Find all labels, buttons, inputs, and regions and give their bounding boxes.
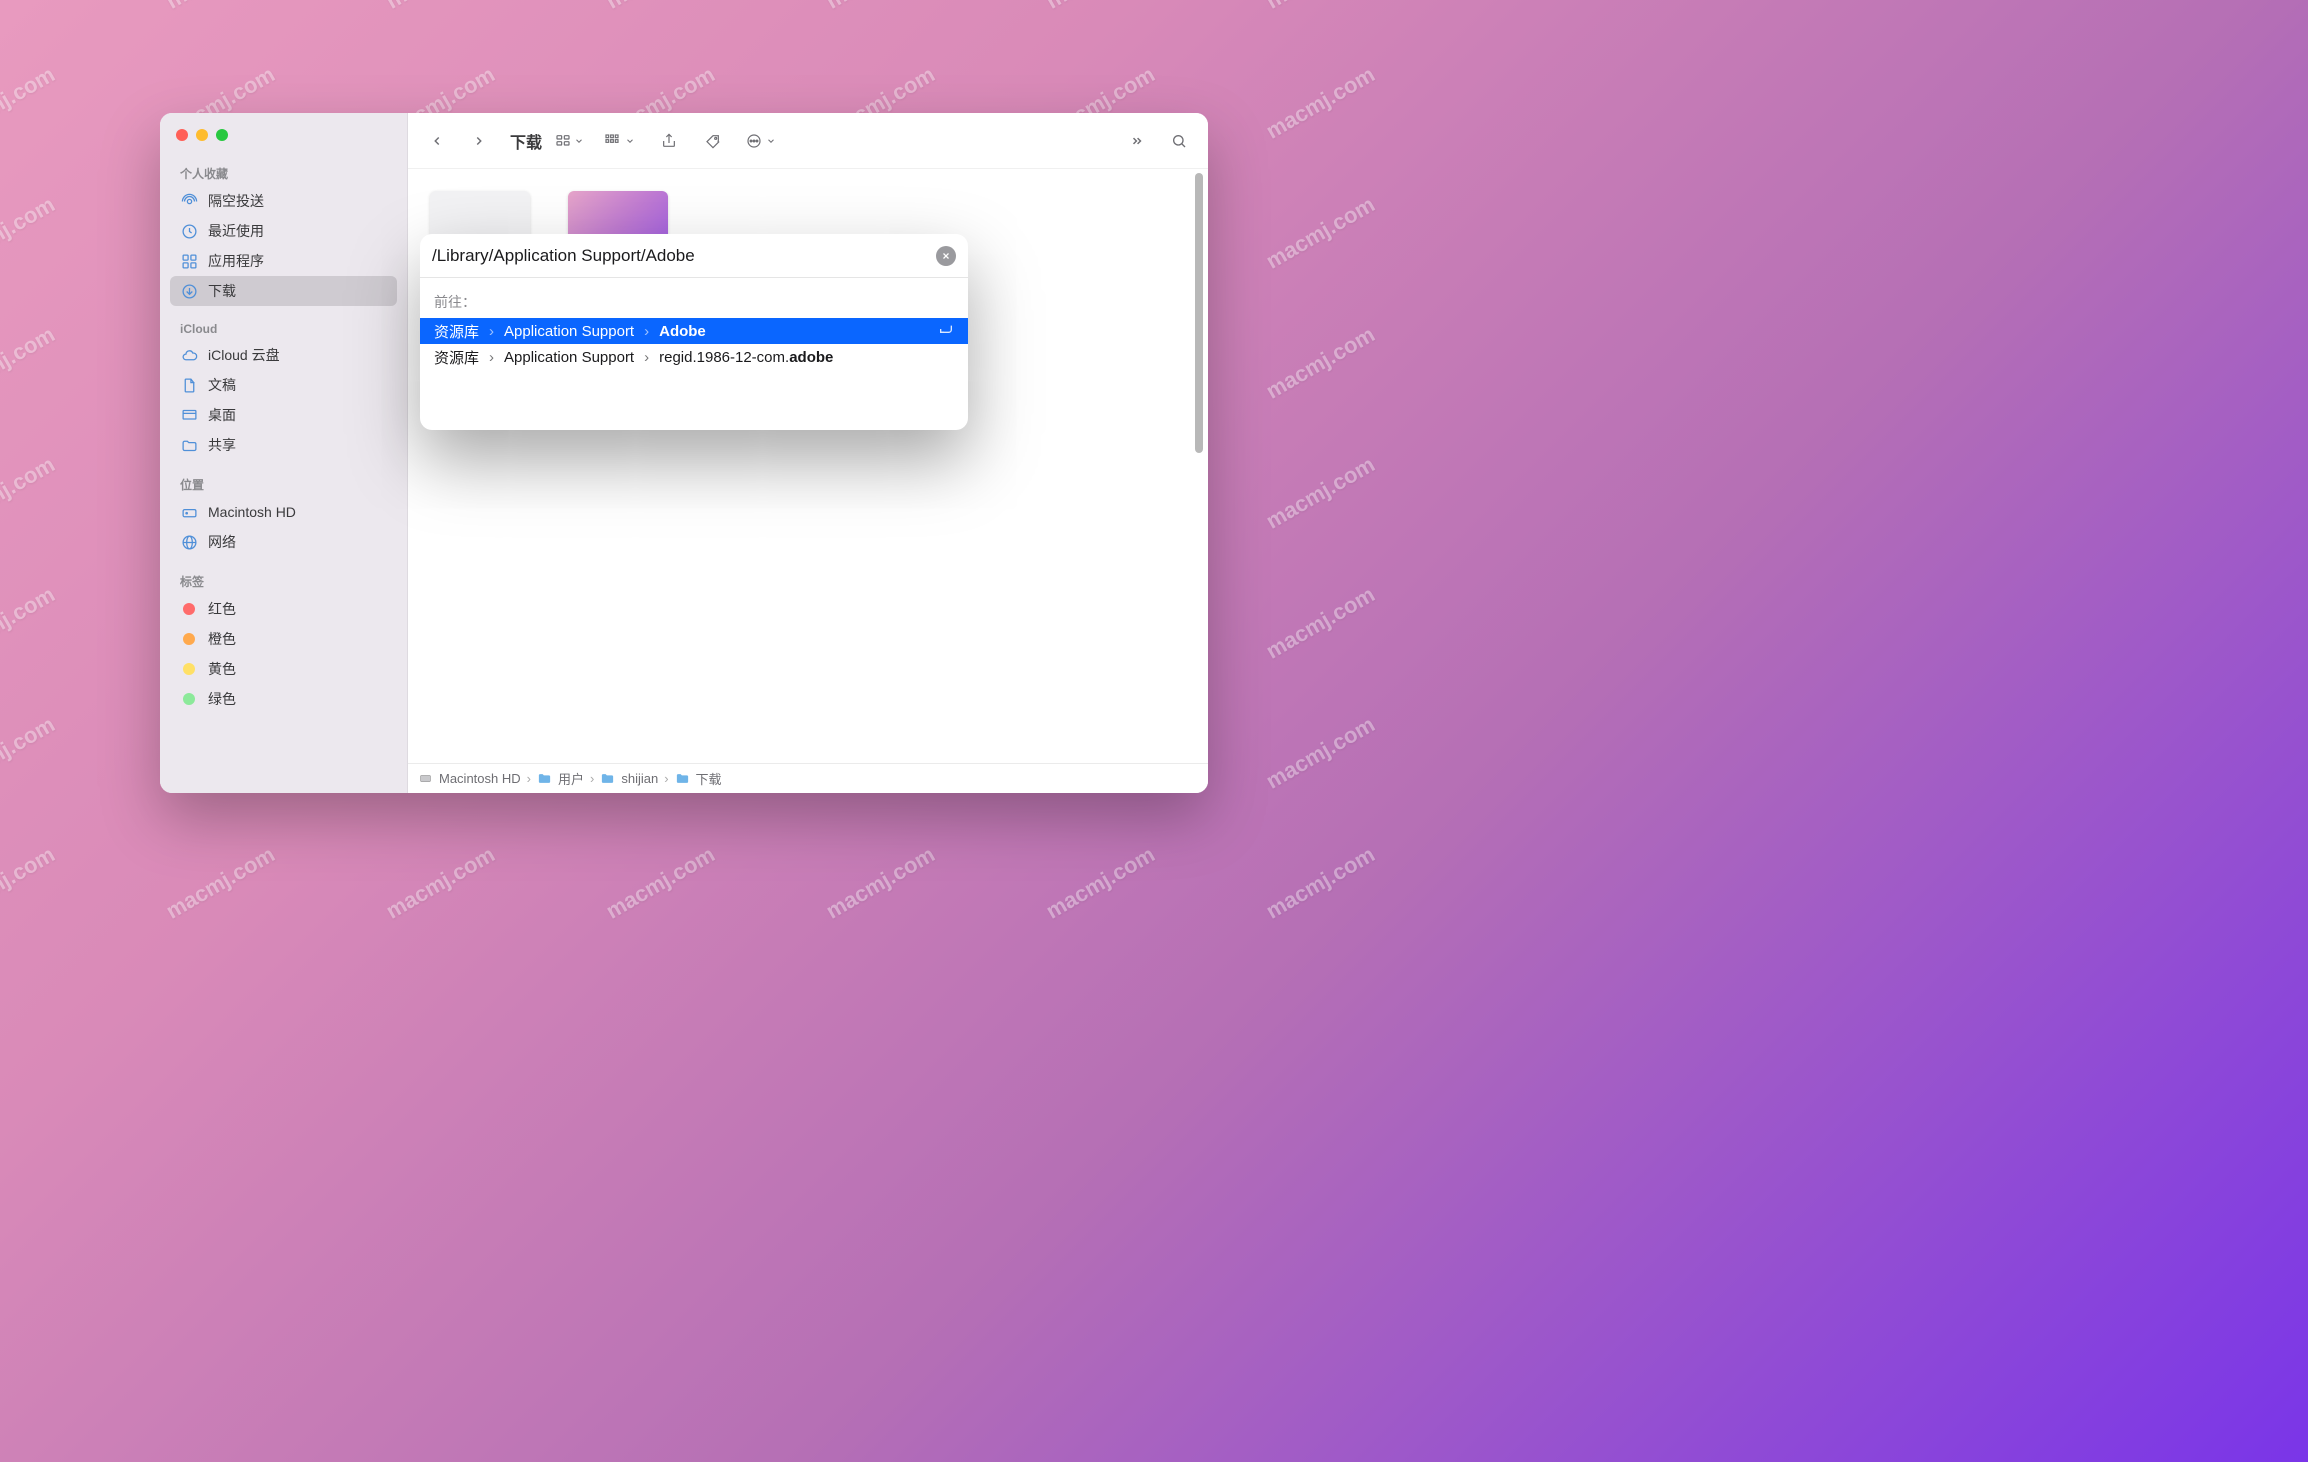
sidebar-section-label: 位置 — [170, 470, 397, 497]
sidebar-item-label: 下载 — [208, 281, 236, 301]
sidebar-section-label: iCloud — [170, 316, 397, 340]
sidebar-section-label: 标签 — [170, 567, 397, 594]
go-to-folder-dialog: 前往： 资源库›Application Support›Adobe资源库›App… — [420, 234, 968, 430]
pathbar-segment[interactable]: Macintosh HD — [418, 771, 521, 787]
close-window-button[interactable] — [176, 129, 188, 141]
path-bar: Macintosh HD›用户›shijian›下载 — [408, 763, 1208, 793]
globe-icon — [180, 533, 198, 551]
search-button[interactable] — [1164, 127, 1194, 155]
back-button[interactable] — [422, 127, 452, 155]
finder-sidebar: 个人收藏隔空投送最近使用应用程序下载 iCloud iCloud 云盘文稿桌面共享位… — [160, 113, 408, 793]
go-to-folder-input[interactable] — [432, 246, 936, 266]
sidebar-item-red[interactable]: 红色 — [170, 594, 397, 624]
sidebar-item-globe[interactable]: 网络 — [170, 527, 397, 557]
forward-button[interactable] — [464, 127, 494, 155]
tag-dot-icon — [180, 630, 198, 648]
goto-result-row[interactable]: 资源库›Application Support›Adobe — [420, 318, 968, 344]
view-mode-button[interactable] — [598, 127, 640, 155]
sidebar-item-label: 网络 — [208, 532, 236, 552]
sidebar-item-disk[interactable]: Macintosh HD — [170, 497, 397, 527]
share-button[interactable] — [654, 127, 684, 155]
finder-main: 下载 — [408, 113, 1208, 793]
sidebar-item-green[interactable]: 绿色 — [170, 684, 397, 714]
disk-icon — [180, 503, 198, 521]
tags-button[interactable] — [698, 127, 728, 155]
tag-dot-icon — [180, 660, 198, 678]
folder-icon — [675, 771, 691, 787]
sidebar-item-cloud[interactable]: iCloud 云盘 — [170, 340, 397, 370]
sidebar-item-shared[interactable]: 共享 — [170, 430, 397, 460]
sidebar-item-label: 绿色 — [208, 689, 236, 709]
sidebar-item-clock[interactable]: 最近使用 — [170, 216, 397, 246]
clear-input-button[interactable] — [936, 246, 956, 266]
sidebar-item-download[interactable]: 下载 — [170, 276, 397, 306]
pathbar-segment[interactable]: 下载 — [675, 769, 722, 788]
airdrop-icon — [180, 192, 198, 210]
pathbar-segment[interactable]: shijian — [600, 771, 658, 787]
return-icon — [938, 323, 954, 339]
finder-window: 个人收藏隔空投送最近使用应用程序下载iCloudiCloud 云盘文稿桌面共享位… — [160, 113, 1208, 793]
minimize-window-button[interactable] — [196, 129, 208, 141]
sidebar-item-label: 共享 — [208, 435, 236, 455]
sidebar-item-orange[interactable]: 橙色 — [170, 624, 397, 654]
scrollbar[interactable] — [1192, 173, 1206, 759]
window-title: 下载 — [510, 129, 542, 153]
download-icon — [180, 282, 198, 300]
action-button[interactable] — [742, 127, 778, 155]
sidebar-item-label: iCloud 云盘 — [208, 345, 280, 365]
group-by-button[interactable] — [554, 127, 584, 155]
sidebar-item-label: 红色 — [208, 599, 236, 619]
desktop-icon — [180, 406, 198, 424]
doc-icon — [180, 376, 198, 394]
clock-icon — [180, 222, 198, 240]
sidebar-item-label: 应用程序 — [208, 251, 264, 271]
sidebar-section-label: 个人收藏 — [170, 159, 397, 186]
apps-icon — [180, 252, 198, 270]
goto-result-row[interactable]: 资源库›Application Support›regid.1986-12-co… — [420, 344, 968, 370]
sidebar-item-label: 文稿 — [208, 375, 236, 395]
sidebar-item-label: 橙色 — [208, 629, 236, 649]
sidebar-item-label: 黄色 — [208, 659, 236, 679]
folder-icon — [600, 771, 616, 787]
window-controls — [170, 127, 397, 159]
sidebar-item-doc[interactable]: 文稿 — [170, 370, 397, 400]
sidebar-item-label: 最近使用 — [208, 221, 264, 241]
sidebar-item-desktop[interactable]: 桌面 — [170, 400, 397, 430]
tag-dot-icon — [180, 600, 198, 618]
sidebar-item-label: 桌面 — [208, 405, 236, 425]
sidebar-item-apps[interactable]: 应用程序 — [170, 246, 397, 276]
goto-section-label: 前往： — [420, 288, 968, 318]
sidebar-item-yellow[interactable]: 黄色 — [170, 654, 397, 684]
zoom-window-button[interactable] — [216, 129, 228, 141]
pathbar-segment[interactable]: 用户 — [537, 769, 584, 788]
folder-icon — [537, 771, 553, 787]
tag-dot-icon — [180, 690, 198, 708]
sidebar-item-airdrop[interactable]: 隔空投送 — [170, 186, 397, 216]
sidebar-item-label: 隔空投送 — [208, 191, 264, 211]
sidebar-item-label: Macintosh HD — [208, 504, 296, 520]
overflow-button[interactable] — [1122, 127, 1152, 155]
finder-toolbar: 下载 — [408, 113, 1208, 169]
shared-icon — [180, 436, 198, 454]
cloud-icon — [180, 346, 198, 364]
hd-icon — [418, 771, 434, 787]
